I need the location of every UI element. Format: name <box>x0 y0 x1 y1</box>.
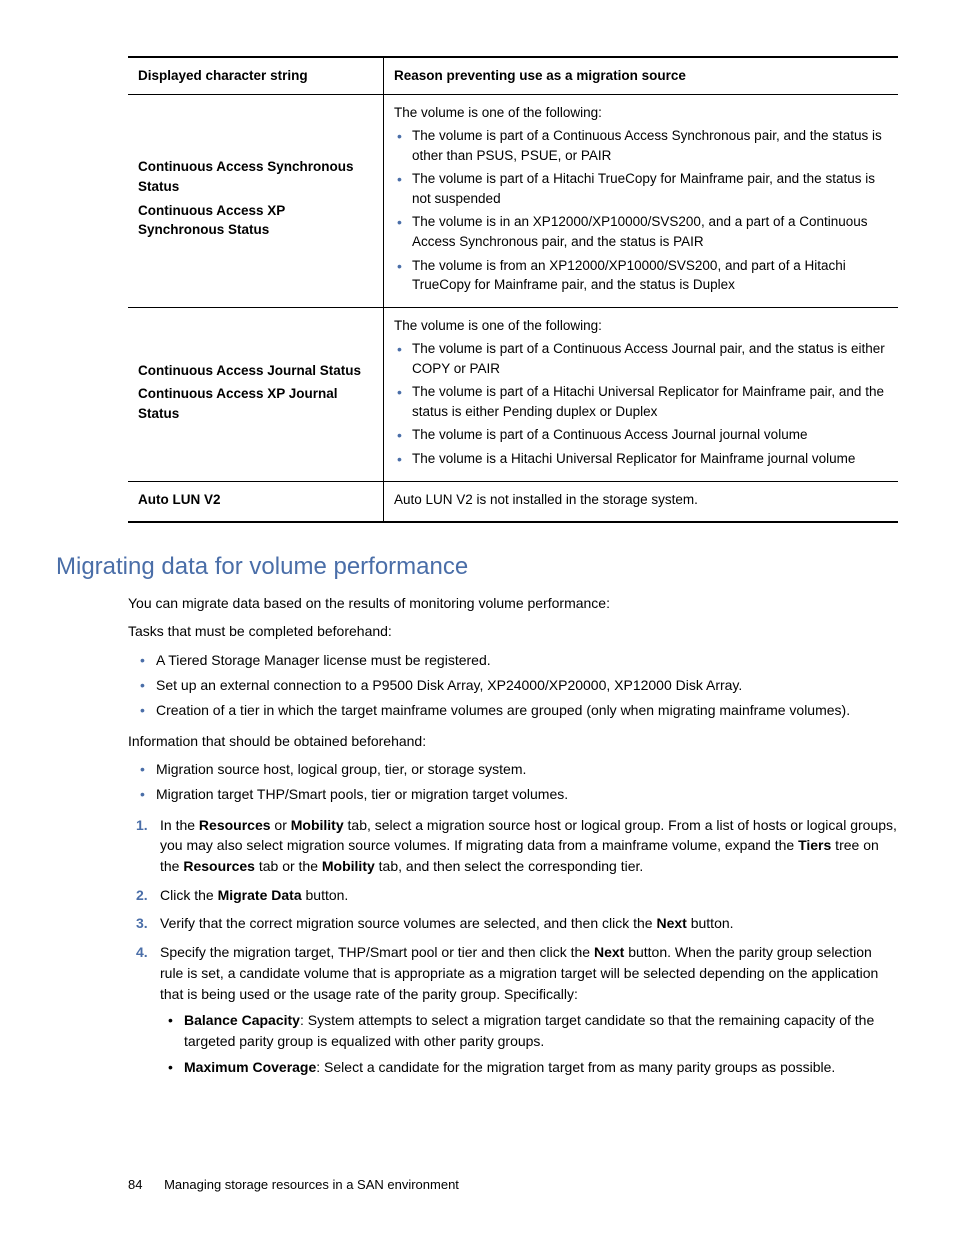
list-item: Migration target THP/Smart pools, tier o… <box>156 784 898 804</box>
step-text: tab or the <box>255 858 322 874</box>
row-label: Auto LUN V2 <box>138 490 373 510</box>
sub-item: Maximum Coverage: Select a candidate for… <box>184 1057 898 1077</box>
list-item: The volume is part of a Continuous Acces… <box>412 126 888 165</box>
step-item: In the Resources or Mobility tab, select… <box>160 815 898 877</box>
list-item: The volume is part of a Continuous Acces… <box>412 425 888 445</box>
page-footer: 84 Managing storage resources in a SAN e… <box>128 1177 898 1192</box>
info-list: Migration source host, logical group, ti… <box>128 759 898 805</box>
row-label: Continuous Access XP Journal Status <box>138 384 373 423</box>
page-number: 84 <box>128 1177 142 1192</box>
table-row: Continuous Access Journal Status Continu… <box>128 307 898 481</box>
step-text: Verify that the correct migration source… <box>160 915 656 931</box>
row-label-cell: Auto LUN V2 <box>128 481 384 522</box>
list-item: Creation of a tier in which the target m… <box>156 700 898 720</box>
section-heading: Migrating data for volume performance <box>56 553 898 581</box>
table-row: Auto LUN V2 Auto LUN V2 is not installed… <box>128 481 898 522</box>
step-bold: Next <box>656 915 686 931</box>
row-reason-cell: The volume is one of the following: The … <box>384 94 899 307</box>
list-item: Set up an external connection to a P9500… <box>156 675 898 695</box>
step-text: In the <box>160 817 199 833</box>
section-body: You can migrate data based on the result… <box>128 593 898 1077</box>
step-item: Verify that the correct migration source… <box>160 913 898 934</box>
sub-bold: Maximum Coverage <box>184 1059 316 1075</box>
row-label-cell: Continuous Access Synchronous Status Con… <box>128 94 384 307</box>
paragraph: Tasks that must be completed beforehand: <box>128 621 898 641</box>
step-bold: Mobility <box>322 858 375 874</box>
list-item: The volume is part of a Hitachi Universa… <box>412 382 888 421</box>
step-bold: Tiers <box>798 837 831 853</box>
step-sublist: Balance Capacity: System attempts to sel… <box>160 1010 898 1077</box>
col-header-2: Reason preventing use as a migration sou… <box>384 57 899 94</box>
row-label-cell: Continuous Access Journal Status Continu… <box>128 307 384 481</box>
list-item: The volume is in an XP12000/XP10000/SVS2… <box>412 212 888 251</box>
step-item: Specify the migration target, THP/Smart … <box>160 942 898 1077</box>
list-item: The volume is from an XP12000/XP10000/SV… <box>412 256 888 295</box>
col-header-1: Displayed character string <box>128 57 384 94</box>
step-bold: Resources <box>183 858 255 874</box>
step-text: Specify the migration target, THP/Smart … <box>160 944 594 960</box>
row-label: Continuous Access XP Synchronous Status <box>138 201 373 240</box>
list-item: A Tiered Storage Manager license must be… <box>156 650 898 670</box>
sub-text: : Select a candidate for the migration t… <box>316 1059 835 1075</box>
step-text: or <box>271 817 291 833</box>
step-text: tab, and then select the corresponding t… <box>375 858 644 874</box>
cell-intro: The volume is one of the following: <box>394 318 602 333</box>
table-row: Continuous Access Synchronous Status Con… <box>128 94 898 307</box>
paragraph: Information that should be obtained befo… <box>128 731 898 751</box>
cell-intro: Auto LUN V2 is not installed in the stor… <box>394 492 698 507</box>
step-text: button. <box>687 915 734 931</box>
list-item: Migration source host, logical group, ti… <box>156 759 898 779</box>
list-item: The volume is part of a Continuous Acces… <box>412 339 888 378</box>
row-label: Continuous Access Journal Status <box>138 361 373 381</box>
step-bold: Mobility <box>291 817 344 833</box>
row-reason-cell: The volume is one of the following: The … <box>384 307 899 481</box>
cell-list: The volume is part of a Continuous Acces… <box>394 339 888 468</box>
row-reason-cell: Auto LUN V2 is not installed in the stor… <box>384 481 899 522</box>
list-item: The volume is a Hitachi Universal Replic… <box>412 449 888 469</box>
steps-list: In the Resources or Mobility tab, select… <box>128 815 898 1078</box>
tasks-list: A Tiered Storage Manager license must be… <box>128 650 898 721</box>
step-bold: Migrate Data <box>218 887 302 903</box>
sub-bold: Balance Capacity <box>184 1012 300 1028</box>
sub-item: Balance Capacity: System attempts to sel… <box>184 1010 898 1051</box>
step-item: Click the Migrate Data button. <box>160 885 898 906</box>
step-bold: Resources <box>199 817 271 833</box>
cell-intro: The volume is one of the following: <box>394 105 602 120</box>
footer-title: Managing storage resources in a SAN envi… <box>164 1177 459 1192</box>
table-header-row: Displayed character string Reason preven… <box>128 57 898 94</box>
step-text: button. <box>302 887 349 903</box>
row-label: Continuous Access Synchronous Status <box>138 157 373 196</box>
list-item: The volume is part of a Hitachi TrueCopy… <box>412 169 888 208</box>
step-bold: Next <box>594 944 624 960</box>
cell-list: The volume is part of a Continuous Acces… <box>394 126 888 295</box>
paragraph: You can migrate data based on the result… <box>128 593 898 613</box>
step-text: Click the <box>160 887 218 903</box>
reason-table: Displayed character string Reason preven… <box>128 56 898 523</box>
